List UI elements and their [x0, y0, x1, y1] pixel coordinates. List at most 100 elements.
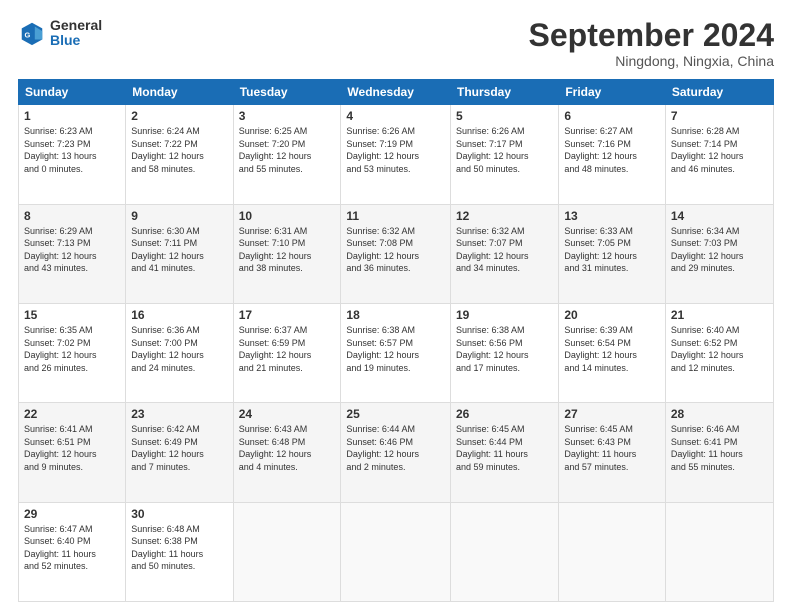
day-number: 16 [131, 308, 227, 322]
col-thursday: Thursday [451, 80, 559, 105]
day-number: 4 [346, 109, 445, 123]
col-sunday: Sunday [19, 80, 126, 105]
calendar-cell: 23Sunrise: 6:42 AM Sunset: 6:49 PM Dayli… [126, 403, 233, 502]
col-wednesday: Wednesday [341, 80, 451, 105]
day-number: 13 [564, 209, 660, 223]
day-info: Sunrise: 6:26 AM Sunset: 7:17 PM Dayligh… [456, 125, 553, 175]
day-info: Sunrise: 6:23 AM Sunset: 7:23 PM Dayligh… [24, 125, 120, 175]
day-info: Sunrise: 6:47 AM Sunset: 6:40 PM Dayligh… [24, 523, 120, 573]
day-number: 9 [131, 209, 227, 223]
day-info: Sunrise: 6:32 AM Sunset: 7:08 PM Dayligh… [346, 225, 445, 275]
day-number: 3 [239, 109, 336, 123]
day-info: Sunrise: 6:31 AM Sunset: 7:10 PM Dayligh… [239, 225, 336, 275]
day-number: 23 [131, 407, 227, 421]
day-number: 6 [564, 109, 660, 123]
calendar-cell: 21 Sunrise: 6:40 AM Sunset: 6:52 PM Dayli… [665, 303, 773, 402]
logo-blue: Blue [50, 33, 102, 48]
day-number: 15 [24, 308, 120, 322]
day-info: Sunrise: 6:29 AM Sunset: 7:13 PM Dayligh… [24, 225, 120, 275]
day-number: 21 [671, 308, 768, 322]
calendar-cell: 19 Sunrise: 6:38 AM Sunset: 6:56 PM Dayli… [451, 303, 559, 402]
day-info: Sunrise: 6:33 AM Sunset: 7:05 PM Dayligh… [564, 225, 660, 275]
calendar-cell: 5 Sunrise: 6:26 AM Sunset: 7:17 PM Daylig… [451, 105, 559, 204]
header-row: Sunday Monday Tuesday Wednesday Thursday… [19, 80, 774, 105]
day-number: 17 [239, 308, 336, 322]
calendar-cell: 24Sunrise: 6:43 AM Sunset: 6:48 PM Dayli… [233, 403, 341, 502]
day-number: 26 [456, 407, 553, 421]
calendar-cell: 8Sunrise: 6:29 AM Sunset: 7:13 PM Daylig… [19, 204, 126, 303]
day-info: Sunrise: 6:24 AM Sunset: 7:22 PM Dayligh… [131, 125, 227, 175]
calendar-cell: 9 Sunrise: 6:30 AM Sunset: 7:11 PM Daylig… [126, 204, 233, 303]
calendar-cell: 6 Sunrise: 6:27 AM Sunset: 7:16 PM Daylig… [559, 105, 666, 204]
day-info: Sunrise: 6:28 AM Sunset: 7:14 PM Dayligh… [671, 125, 768, 175]
col-tuesday: Tuesday [233, 80, 341, 105]
day-info: Sunrise: 6:35 AM Sunset: 7:02 PM Dayligh… [24, 324, 120, 374]
calendar: Sunday Monday Tuesday Wednesday Thursday… [18, 79, 774, 602]
calendar-cell [559, 502, 666, 601]
week-row-4: 22Sunrise: 6:41 AM Sunset: 6:51 PM Dayli… [19, 403, 774, 502]
day-info: Sunrise: 6:37 AM Sunset: 6:59 PM Dayligh… [239, 324, 336, 374]
day-info: Sunrise: 6:26 AM Sunset: 7:19 PM Dayligh… [346, 125, 445, 175]
calendar-cell: 7 Sunrise: 6:28 AM Sunset: 7:14 PM Daylig… [665, 105, 773, 204]
calendar-cell: 22Sunrise: 6:41 AM Sunset: 6:51 PM Dayli… [19, 403, 126, 502]
calendar-cell: 28Sunrise: 6:46 AM Sunset: 6:41 PM Dayli… [665, 403, 773, 502]
day-number: 28 [671, 407, 768, 421]
day-info: Sunrise: 6:45 AM Sunset: 6:43 PM Dayligh… [564, 423, 660, 473]
calendar-cell [451, 502, 559, 601]
day-info: Sunrise: 6:36 AM Sunset: 7:00 PM Dayligh… [131, 324, 227, 374]
calendar-cell: 13 Sunrise: 6:33 AM Sunset: 7:05 PM Dayli… [559, 204, 666, 303]
logo: G General Blue [18, 18, 102, 49]
calendar-cell: 25 Sunrise: 6:44 AM Sunset: 6:46 PM Dayli… [341, 403, 451, 502]
week-row-2: 8Sunrise: 6:29 AM Sunset: 7:13 PM Daylig… [19, 204, 774, 303]
day-number: 29 [24, 507, 120, 521]
day-number: 30 [131, 507, 227, 521]
day-info: Sunrise: 6:38 AM Sunset: 6:56 PM Dayligh… [456, 324, 553, 374]
day-info: Sunrise: 6:41 AM Sunset: 6:51 PM Dayligh… [24, 423, 120, 473]
day-info: Sunrise: 6:45 AM Sunset: 6:44 PM Dayligh… [456, 423, 553, 473]
page-header: G General Blue September 2024 Ningdong, … [18, 18, 774, 69]
calendar-cell: 4 Sunrise: 6:26 AM Sunset: 7:19 PM Daylig… [341, 105, 451, 204]
day-info: Sunrise: 6:40 AM Sunset: 6:52 PM Dayligh… [671, 324, 768, 374]
calendar-cell: 29 Sunrise: 6:47 AM Sunset: 6:40 PM Dayli… [19, 502, 126, 601]
calendar-cell: 26 Sunrise: 6:45 AM Sunset: 6:44 PM Dayli… [451, 403, 559, 502]
calendar-cell [665, 502, 773, 601]
day-number: 11 [346, 209, 445, 223]
week-row-5: 29 Sunrise: 6:47 AM Sunset: 6:40 PM Dayli… [19, 502, 774, 601]
day-number: 24 [239, 407, 336, 421]
day-number: 19 [456, 308, 553, 322]
logo-general: General [50, 18, 102, 33]
calendar-cell: 17 Sunrise: 6:37 AM Sunset: 6:59 PM Dayli… [233, 303, 341, 402]
day-info: Sunrise: 6:25 AM Sunset: 7:20 PM Dayligh… [239, 125, 336, 175]
day-info: Sunrise: 6:39 AM Sunset: 6:54 PM Dayligh… [564, 324, 660, 374]
week-row-1: 1Sunrise: 6:23 AM Sunset: 7:23 PM Daylig… [19, 105, 774, 204]
calendar-cell: 30Sunrise: 6:48 AM Sunset: 6:38 PM Dayli… [126, 502, 233, 601]
day-info: Sunrise: 6:32 AM Sunset: 7:07 PM Dayligh… [456, 225, 553, 275]
calendar-cell: 18 Sunrise: 6:38 AM Sunset: 6:57 PM Dayli… [341, 303, 451, 402]
calendar-cell [341, 502, 451, 601]
calendar-cell: 1Sunrise: 6:23 AM Sunset: 7:23 PM Daylig… [19, 105, 126, 204]
day-number: 12 [456, 209, 553, 223]
day-number: 2 [131, 109, 227, 123]
calendar-cell: 15 Sunrise: 6:35 AM Sunset: 7:02 PM Dayli… [19, 303, 126, 402]
calendar-cell [233, 502, 341, 601]
col-friday: Friday [559, 80, 666, 105]
calendar-cell: 2 Sunrise: 6:24 AM Sunset: 7:22 PM Daylig… [126, 105, 233, 204]
day-info: Sunrise: 6:30 AM Sunset: 7:11 PM Dayligh… [131, 225, 227, 275]
svg-text:G: G [25, 31, 31, 40]
month-title: September 2024 [529, 18, 774, 53]
day-number: 7 [671, 109, 768, 123]
day-info: Sunrise: 6:34 AM Sunset: 7:03 PM Dayligh… [671, 225, 768, 275]
day-number: 18 [346, 308, 445, 322]
logo-text: General Blue [50, 18, 102, 49]
col-saturday: Saturday [665, 80, 773, 105]
title-section: September 2024 Ningdong, Ningxia, China [529, 18, 774, 69]
day-number: 5 [456, 109, 553, 123]
location: Ningdong, Ningxia, China [529, 53, 774, 69]
calendar-cell: 12 Sunrise: 6:32 AM Sunset: 7:07 PM Dayli… [451, 204, 559, 303]
day-info: Sunrise: 6:38 AM Sunset: 6:57 PM Dayligh… [346, 324, 445, 374]
calendar-cell: 16 Sunrise: 6:36 AM Sunset: 7:00 PM Dayli… [126, 303, 233, 402]
day-info: Sunrise: 6:44 AM Sunset: 6:46 PM Dayligh… [346, 423, 445, 473]
day-info: Sunrise: 6:27 AM Sunset: 7:16 PM Dayligh… [564, 125, 660, 175]
day-number: 25 [346, 407, 445, 421]
calendar-cell: 10Sunrise: 6:31 AM Sunset: 7:10 PM Dayli… [233, 204, 341, 303]
